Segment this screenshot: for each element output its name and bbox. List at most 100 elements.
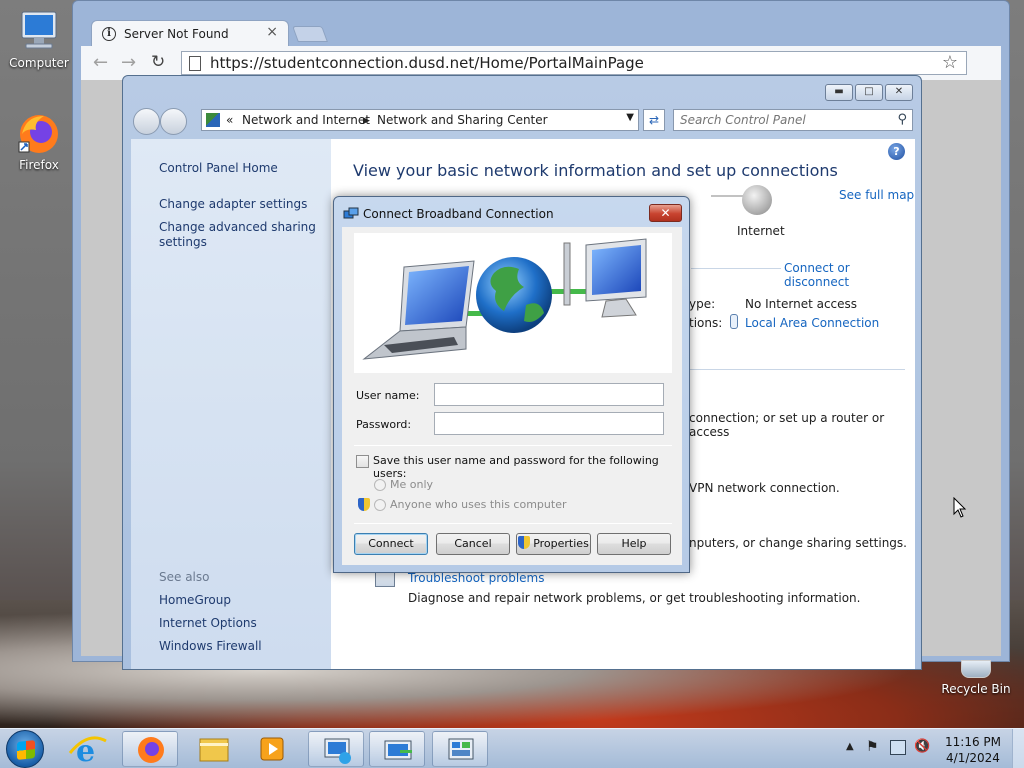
- connect-button[interactable]: Connect: [354, 533, 428, 555]
- link-connect-or-disconnect[interactable]: Connect or disconnect: [784, 261, 915, 289]
- taskbar-control-panel[interactable]: [432, 731, 488, 767]
- dialog-separator: [354, 523, 672, 524]
- help-icon[interactable]: ?: [888, 143, 905, 160]
- radio-anyone[interactable]: [374, 499, 386, 511]
- username-label: User name:: [356, 389, 420, 402]
- search-input[interactable]: [680, 111, 890, 129]
- dialog-separator: [354, 445, 672, 446]
- username-field[interactable]: [434, 383, 664, 406]
- search-box: ⚲: [673, 109, 913, 131]
- refresh-icon[interactable]: ⇄: [643, 109, 665, 131]
- clock-date: 4/1/2024: [946, 751, 1000, 765]
- desktop-icon-computer[interactable]: Computer: [4, 8, 74, 70]
- taskbar-firefox[interactable]: [122, 731, 178, 767]
- dialog-title: Connect Broadband Connection: [363, 207, 554, 221]
- help-button[interactable]: Help: [597, 533, 671, 555]
- reload-icon[interactable]: ↻: [151, 52, 165, 72]
- save-credentials-label: Save this user name and password for the…: [373, 454, 659, 480]
- dialog-close-button[interactable]: ✕: [649, 204, 682, 222]
- breadcrumb-item-network[interactable]: Network and Internet: [242, 113, 370, 127]
- see-also-heading: See also: [159, 570, 210, 584]
- link-internet-options[interactable]: Internet Options: [159, 616, 257, 630]
- router-text: connection; or set up a router or access: [689, 411, 885, 439]
- tab-title: Server Not Found: [124, 27, 229, 41]
- network-tray-icon[interactable]: [890, 740, 906, 755]
- link-windows-firewall[interactable]: Windows Firewall: [159, 639, 262, 653]
- explorer-address-row: « Network and Internet ▶ Network and Sha…: [131, 106, 915, 135]
- bookmark-star-icon[interactable]: ☆: [942, 52, 958, 73]
- action-center-flag-icon[interactable]: ⚑: [866, 739, 879, 755]
- ethernet-icon: [730, 314, 738, 329]
- internet-globe-icon[interactable]: [742, 185, 772, 215]
- nav-buttons: [133, 108, 195, 135]
- radio-me-only-label: Me only: [390, 478, 434, 491]
- desktop-icon-firefox[interactable]: Firefox: [4, 110, 74, 172]
- save-credentials-checkbox[interactable]: [356, 455, 369, 468]
- network-map-line: [711, 195, 743, 197]
- radio-anyone-label: Anyone who uses this computer: [390, 498, 567, 511]
- connection-illustration: [354, 233, 672, 373]
- desktop-icon-recycle-bin[interactable]: Recycle Bin: [938, 660, 1014, 696]
- url-text: https://studentconnection.dusd.net/Home/…: [210, 54, 644, 72]
- forward-button[interactable]: [160, 108, 187, 135]
- connections-label: tions:: [689, 316, 723, 330]
- link-change-advanced-sharing[interactable]: Change advanced sharing settings: [159, 220, 319, 250]
- troubleshoot-description: Diagnose and repair network problems, or…: [408, 591, 861, 605]
- show-hidden-icons-icon[interactable]: ▲: [846, 741, 854, 752]
- volume-muted-icon[interactable]: 🔇: [914, 739, 930, 754]
- access-type-label: ype:: [689, 297, 716, 311]
- broadband-dialog-icon: [384, 740, 412, 760]
- back-arrow-icon[interactable]: ←: [93, 52, 108, 73]
- computer-icon: [16, 8, 62, 54]
- properties-button[interactable]: Properties: [516, 533, 591, 555]
- link-homegroup[interactable]: HomeGroup: [159, 593, 231, 607]
- network-connection-icon: [343, 206, 359, 222]
- taskbar-network-connection[interactable]: [308, 731, 364, 767]
- dialog-content: User name: Password: Save this user name…: [342, 227, 682, 565]
- vpn-text: VPN network connection.: [689, 481, 840, 495]
- show-desktop-button[interactable]: [1012, 729, 1024, 768]
- taskbar-file-explorer[interactable]: [190, 731, 238, 767]
- window-caption-buttons: ▬ □ ✕: [825, 84, 913, 101]
- section-divider: [691, 268, 781, 269]
- firefox-icon: [16, 110, 62, 156]
- firefox-icon: [138, 737, 164, 763]
- taskbar: e ▲ ⚑ 🔇 11:16 PM 4/1/2024: [0, 728, 1024, 768]
- search-icon[interactable]: ⚲: [897, 112, 907, 127]
- password-field[interactable]: [434, 412, 664, 435]
- tab-server-not-found[interactable]: i Server Not Found ×: [91, 20, 289, 47]
- link-troubleshoot-problems[interactable]: Troubleshoot problems: [408, 571, 544, 585]
- maximize-button[interactable]: □: [855, 84, 883, 101]
- desktop-icon-label: Computer: [9, 56, 69, 70]
- back-button[interactable]: [133, 108, 160, 135]
- link-local-area-connection[interactable]: Local Area Connection: [745, 316, 879, 330]
- link-change-adapter-settings[interactable]: Change adapter settings: [159, 197, 307, 211]
- desktop-icon-label: Recycle Bin: [941, 682, 1011, 696]
- info-icon: i: [102, 27, 116, 41]
- sharing-text: nputers, or change sharing settings.: [689, 536, 907, 550]
- cancel-button[interactable]: Cancel: [436, 533, 510, 555]
- system-clock[interactable]: 11:16 PM 4/1/2024: [940, 734, 1006, 766]
- breadcrumb[interactable]: « Network and Internet ▶ Network and Sha…: [201, 109, 639, 131]
- forward-arrow-icon[interactable]: →: [121, 52, 136, 73]
- taskbar-media-player[interactable]: [248, 731, 296, 767]
- start-button[interactable]: [6, 730, 44, 768]
- link-control-panel-home[interactable]: Control Panel Home: [159, 161, 278, 175]
- link-see-full-map[interactable]: See full map: [839, 188, 914, 202]
- breadcrumb-item-sharing[interactable]: Network and Sharing Center: [377, 113, 548, 127]
- new-tab-button[interactable]: [292, 26, 328, 42]
- radio-me-only[interactable]: [374, 479, 386, 491]
- internet-explorer-icon: e: [68, 734, 107, 768]
- taskbar-internet-explorer[interactable]: e: [64, 731, 112, 768]
- minimize-button[interactable]: ▬: [825, 84, 853, 101]
- control-panel-icon: [206, 113, 220, 127]
- close-button[interactable]: ✕: [885, 84, 913, 101]
- left-pane: Control Panel Home Change adapter settin…: [131, 139, 331, 669]
- network-connection-icon: [324, 738, 351, 764]
- address-bar[interactable]: https://studentconnection.dusd.net/Home/…: [181, 51, 967, 75]
- tab-close-icon[interactable]: ×: [266, 24, 278, 40]
- properties-button-label: Properties: [533, 537, 589, 550]
- taskbar-dialog[interactable]: [369, 731, 425, 767]
- dropdown-arrow-icon[interactable]: ▼: [626, 112, 634, 123]
- desktop-icon-label: Firefox: [19, 158, 59, 172]
